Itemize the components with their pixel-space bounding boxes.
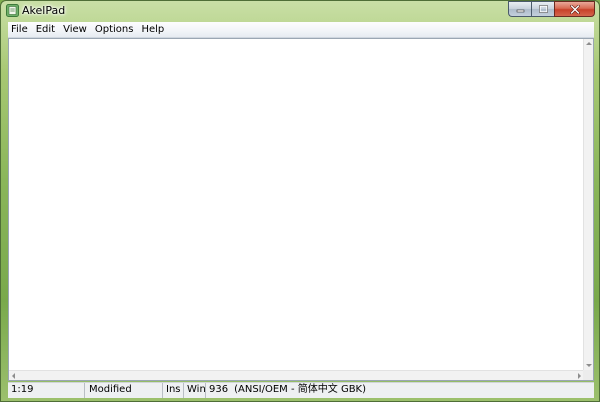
- akelpad-app-icon: [6, 4, 19, 17]
- text-editor[interactable]: [9, 39, 584, 370]
- close-icon: [569, 4, 580, 14]
- status-codepage-number: 936: [209, 384, 229, 395]
- status-insert-mode[interactable]: Ins: [163, 383, 184, 398]
- menu-edit[interactable]: Edit: [32, 23, 59, 37]
- scroll-up-icon[interactable]: [586, 42, 592, 45]
- status-modified: Modified: [85, 383, 163, 398]
- status-cursor-position: 1:19: [8, 383, 85, 398]
- status-codepage[interactable]: 936 (ANSI/OEM - 简体中文 GBK): [206, 383, 369, 398]
- minimize-icon: [516, 9, 524, 13]
- scroll-down-icon[interactable]: [586, 364, 592, 367]
- maximize-icon: [538, 5, 548, 13]
- menu-view[interactable]: View: [59, 23, 91, 37]
- title-bar[interactable]: AkelPad: [1, 1, 599, 21]
- scrollbar-corner: [583, 370, 593, 380]
- menu-help[interactable]: Help: [137, 23, 168, 37]
- app-window: AkelPad File Edit View Options Help 1:19…: [0, 0, 600, 402]
- status-bar: 1:19 Modified Ins Win 936 (ANSI/OEM - 简体中…: [8, 382, 594, 398]
- scroll-left-icon[interactable]: [12, 373, 15, 379]
- caption-buttons: [508, 1, 595, 18]
- maximize-button[interactable]: [531, 1, 554, 17]
- menu-file[interactable]: File: [8, 23, 32, 37]
- status-codepage-name: (ANSI/OEM - 简体中文 GBK): [234, 384, 367, 395]
- vertical-scrollbar[interactable]: [583, 39, 593, 370]
- minimize-button[interactable]: [508, 1, 531, 17]
- menu-options[interactable]: Options: [91, 23, 138, 37]
- scroll-right-icon[interactable]: [578, 373, 581, 379]
- menu-bar: File Edit View Options Help: [8, 22, 594, 38]
- status-newline[interactable]: Win: [184, 383, 206, 398]
- close-button[interactable]: [554, 1, 595, 17]
- horizontal-scrollbar[interactable]: [9, 370, 584, 380]
- window-title: AkelPad: [22, 4, 66, 17]
- editor-frame: [8, 38, 594, 381]
